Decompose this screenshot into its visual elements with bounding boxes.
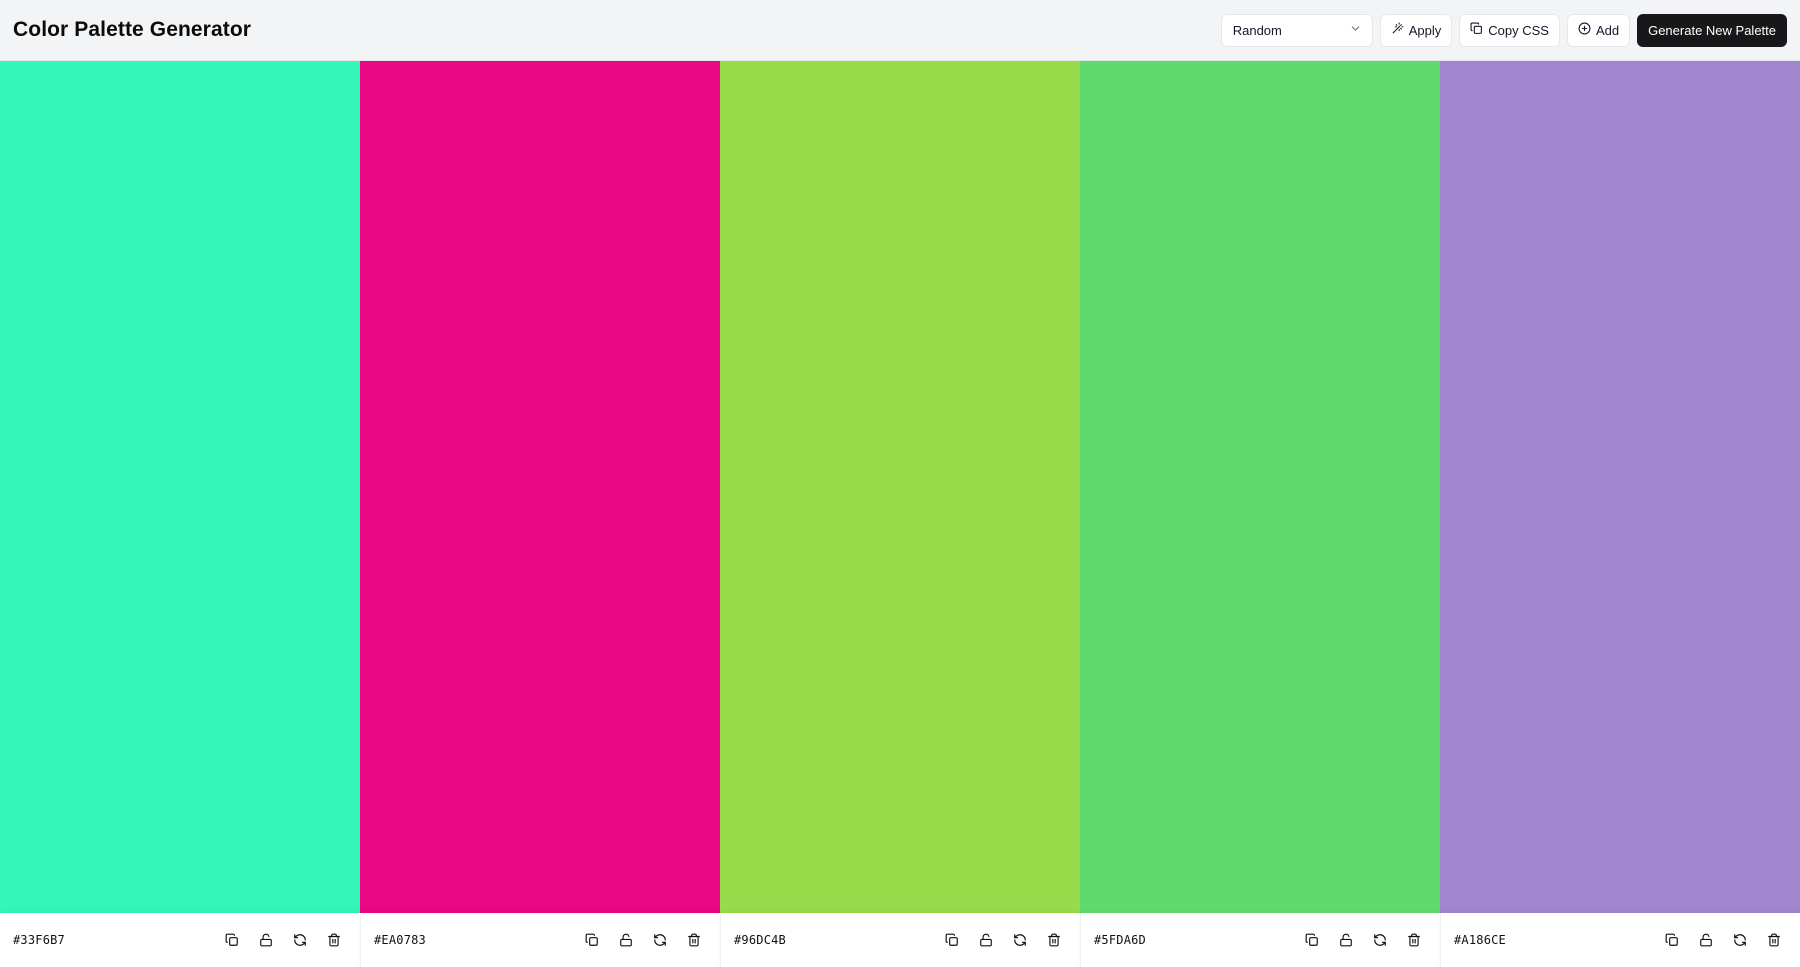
copy-icon [1470, 22, 1483, 38]
hex-code: #A186CE [1454, 933, 1506, 947]
refresh-icon[interactable] [1370, 930, 1390, 950]
color-swatch[interactable] [0, 61, 360, 913]
refresh-icon[interactable] [1730, 930, 1750, 950]
generate-new-palette-button[interactable]: Generate New Palette [1637, 13, 1787, 47]
palette-column: #5FDA6D [1080, 61, 1440, 967]
swatch-footer: #5FDA6D [1080, 913, 1440, 967]
add-button-label: Add [1595, 22, 1620, 38]
palette-mode-value: Random [1232, 22, 1282, 38]
refresh-icon[interactable] [650, 930, 670, 950]
lock-open-icon[interactable] [1696, 930, 1716, 950]
lock-open-icon[interactable] [616, 930, 636, 950]
swatch-footer: #A186CE [1440, 913, 1800, 967]
chevron-down-icon [1349, 22, 1362, 38]
header-bar: Color Palette Generator Random Apply Cop… [0, 0, 1800, 61]
palette-column: #33F6B7 [0, 61, 360, 967]
copy-icon[interactable] [582, 930, 602, 950]
trash-icon[interactable] [684, 930, 704, 950]
swatch-footer: #33F6B7 [0, 913, 360, 967]
hex-code: #96DC4B [734, 933, 786, 947]
lock-open-icon[interactable] [1336, 930, 1356, 950]
plus-circle-icon [1578, 22, 1591, 38]
swatch-actions [222, 930, 344, 950]
hex-code: #EA0783 [374, 933, 426, 947]
palette-column: #EA0783 [360, 61, 720, 967]
copy-icon[interactable] [1302, 930, 1322, 950]
hex-code: #33F6B7 [13, 933, 65, 947]
copy-css-button-label: Copy CSS [1488, 22, 1549, 38]
palette-mode-select[interactable]: Random [1220, 13, 1373, 47]
trash-icon[interactable] [1764, 930, 1784, 950]
add-color-button[interactable]: Add [1566, 13, 1631, 47]
color-swatch[interactable] [360, 61, 720, 913]
swatch-footer: #EA0783 [360, 913, 720, 967]
hex-code: #5FDA6D [1094, 933, 1146, 947]
copy-icon[interactable] [222, 930, 242, 950]
color-swatch[interactable] [720, 61, 1080, 913]
refresh-icon[interactable] [1010, 930, 1030, 950]
swatch-footer: #96DC4B [720, 913, 1080, 967]
trash-icon[interactable] [1404, 930, 1424, 950]
apply-button[interactable]: Apply [1379, 13, 1453, 47]
copy-css-button[interactable]: Copy CSS [1459, 13, 1560, 47]
app-root: Color Palette Generator Random Apply Cop… [0, 0, 1800, 967]
swatch-actions [1302, 930, 1424, 950]
palette: #33F6B7 #EA0783 #96DC4B #5FDA6D #A186CE [0, 61, 1800, 967]
color-swatch[interactable] [1440, 61, 1800, 913]
refresh-icon[interactable] [290, 930, 310, 950]
swatch-actions [1662, 930, 1784, 950]
color-swatch[interactable] [1080, 61, 1440, 913]
palette-column: #96DC4B [720, 61, 1080, 967]
page-title: Color Palette Generator [13, 18, 252, 41]
apply-button-label: Apply [1408, 22, 1442, 38]
toolbar: Random Apply Copy CSS Add Generate New P… [1220, 13, 1787, 47]
trash-icon[interactable] [324, 930, 344, 950]
swatch-actions [942, 930, 1064, 950]
palette-column: #A186CE [1440, 61, 1800, 967]
lock-open-icon[interactable] [256, 930, 276, 950]
swatch-actions [582, 930, 704, 950]
wand-icon [1391, 22, 1404, 38]
copy-icon[interactable] [1662, 930, 1682, 950]
trash-icon[interactable] [1044, 930, 1064, 950]
lock-open-icon[interactable] [976, 930, 996, 950]
copy-icon[interactable] [942, 930, 962, 950]
